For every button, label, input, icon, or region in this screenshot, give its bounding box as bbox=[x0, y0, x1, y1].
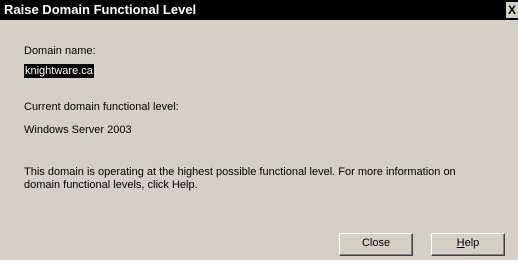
domain-name-label: Domain name: bbox=[24, 45, 96, 57]
functional-level-value: Windows Server 2003 bbox=[24, 124, 132, 136]
title-bar[interactable]: Raise Domain Functional Level X bbox=[0, 0, 518, 20]
help-mnemonic: H bbox=[456, 237, 465, 249]
raise-domain-functional-level-dialog: Raise Domain Functional Level X Domain n… bbox=[0, 0, 518, 260]
help-label-rest: elp bbox=[464, 237, 480, 249]
close-button[interactable]: Close bbox=[339, 233, 413, 256]
functional-level-label: Current domain functional level: bbox=[24, 101, 179, 113]
help-button[interactable]: Help bbox=[431, 233, 505, 256]
close-icon[interactable]: X bbox=[506, 2, 518, 18]
domain-name-value[interactable]: knightware.ca bbox=[24, 64, 94, 78]
info-message: This domain is operating at the highest … bbox=[24, 166, 456, 191]
dialog-title: Raise Domain Functional Level bbox=[4, 2, 197, 17]
background-strip bbox=[0, 260, 518, 270]
